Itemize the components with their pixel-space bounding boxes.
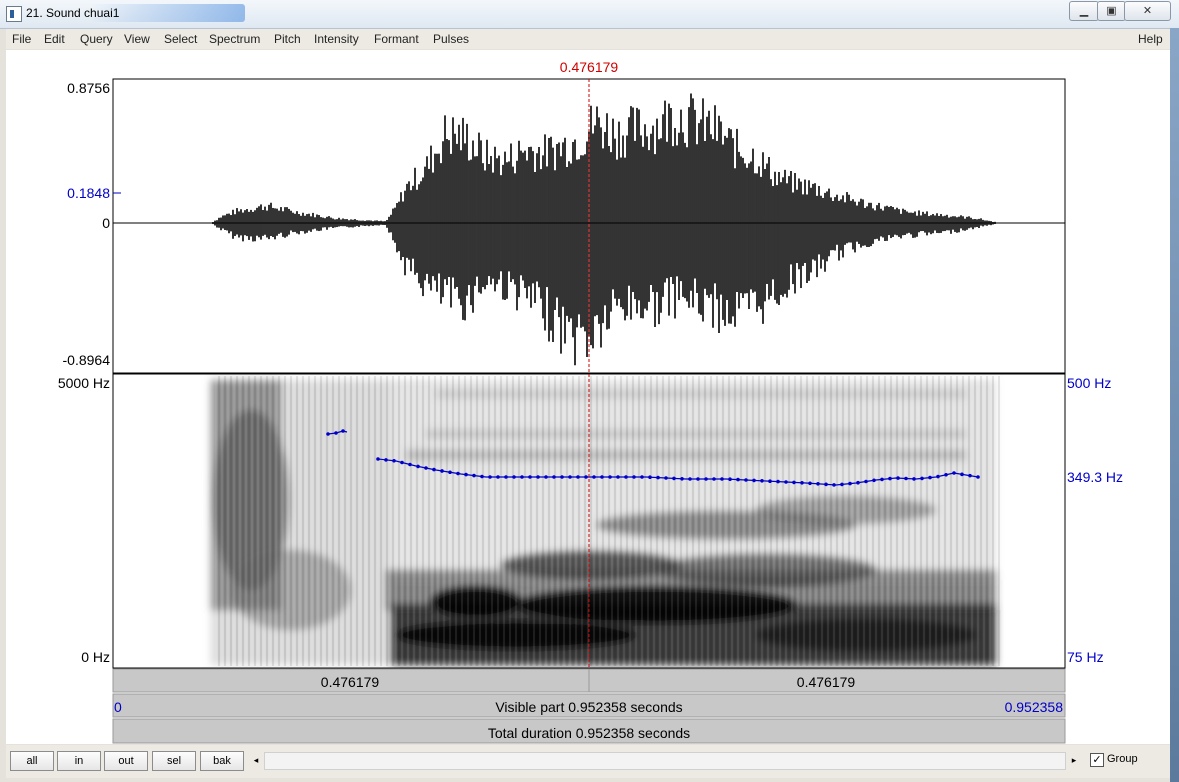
desktop-background-strip — [1170, 28, 1179, 782]
window-title: 21. Sound chuai1 — [26, 6, 120, 20]
wave-max-label: 0.8756 — [67, 80, 110, 96]
praat-sound-window: 21. Sound chuai1 ▁ ▣ ✕ File Edit Query V… — [0, 0, 1179, 782]
time-segment-right-label: 0.476179 — [797, 674, 856, 690]
time-segment-left-label: 0.476179 — [321, 674, 380, 690]
pitch-bottom-label: 75 Hz — [1067, 649, 1104, 665]
freq-top-label: 5000 Hz — [58, 375, 110, 391]
menu-pulses[interactable]: Pulses — [433, 32, 469, 46]
menu-bar: File Edit Query View Select Spectrum Pit… — [6, 29, 1170, 49]
wave-zero-label: 0 — [102, 215, 110, 231]
scroll-right-arrow-icon[interactable]: ▸ — [1068, 752, 1080, 768]
total-duration-label: Total duration 0.952358 seconds — [488, 725, 690, 741]
freq-bottom-label: 0 Hz — [81, 649, 110, 665]
cursor-time-label: 0.476179 — [560, 59, 619, 75]
zoom-back-button[interactable]: bak — [200, 751, 244, 771]
menu-query[interactable]: Query — [80, 32, 113, 46]
visible-end-label: 0.952358 — [1005, 699, 1064, 715]
zoom-selection-button[interactable]: sel — [152, 751, 196, 771]
menu-intensity[interactable]: Intensity — [314, 32, 359, 46]
scroll-left-arrow-icon[interactable]: ◂ — [250, 752, 262, 768]
pitch-value-label: 349.3 Hz — [1067, 469, 1123, 485]
menu-select[interactable]: Select — [164, 32, 197, 46]
menu-spectrum[interactable]: Spectrum — [209, 32, 260, 46]
visible-start-label: 0 — [114, 699, 122, 715]
maximize-icon: ▣ — [1106, 5, 1117, 17]
menu-formant[interactable]: Formant — [374, 32, 419, 46]
menu-help[interactable]: Help — [1138, 32, 1163, 46]
spectrogram-image — [211, 376, 1000, 666]
minimize-button[interactable]: ▁ — [1069, 1, 1099, 21]
menu-view[interactable]: View — [124, 32, 150, 46]
zoom-out-button[interactable]: out — [104, 751, 148, 771]
group-checkbox[interactable]: ✓ — [1090, 753, 1104, 767]
close-button[interactable]: ✕ — [1124, 1, 1171, 21]
menu-file[interactable]: File — [12, 32, 31, 46]
close-icon: ✕ — [1142, 5, 1153, 17]
bottom-toolbar: all in out sel bak ◂ ▸ ✓ Group — [6, 745, 1170, 778]
group-label: Group — [1107, 753, 1138, 765]
pitch-top-label: 500 Hz — [1067, 375, 1111, 391]
wave-min-label: -0.8964 — [63, 352, 111, 368]
menu-edit[interactable]: Edit — [44, 32, 65, 46]
minimize-icon: ▁ — [1079, 5, 1089, 17]
horizontal-scrollbar[interactable] — [264, 752, 1066, 770]
zoom-all-button[interactable]: all — [10, 751, 54, 771]
wave-cursor-value-label: 0.1848 — [67, 185, 110, 201]
maximize-button[interactable]: ▣ — [1097, 1, 1126, 21]
sound-editor-canvas[interactable]: 0.476179 0.8756 0.1848 0 -0.8964 5000 Hz… — [6, 50, 1170, 744]
praat-window-icon — [6, 6, 22, 22]
visible-part-label: Visible part 0.952358 seconds — [495, 699, 682, 715]
menu-pitch[interactable]: Pitch — [274, 32, 301, 46]
zoom-in-button[interactable]: in — [57, 751, 101, 771]
title-bar: 21. Sound chuai1 ▁ ▣ ✕ — [0, 0, 1179, 29]
